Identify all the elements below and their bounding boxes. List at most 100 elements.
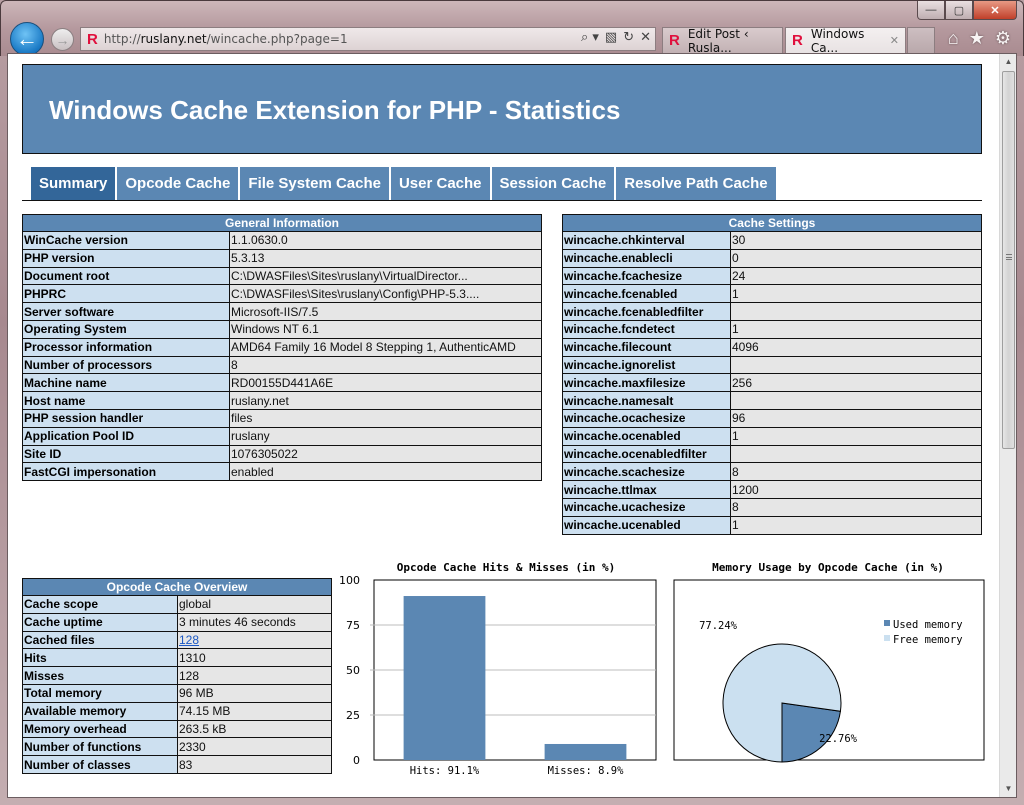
browser-tab-edit-post[interactable]: R Edit Post ‹ Rusla... <box>662 26 783 55</box>
address-bar[interactable]: R http://ruslany.net/wincache.php?page=1… <box>80 27 656 51</box>
scroll-up-icon[interactable]: ▲ <box>1000 54 1016 70</box>
tab-label: Edit Post ‹ Rusla... <box>687 26 749 55</box>
maximize-button[interactable]: ▢ <box>945 1 973 20</box>
tools-gear-icon[interactable]: ⚙ <box>995 28 1011 49</box>
row-key: Machine name <box>22 373 230 393</box>
row-key: wincache.namesalt <box>562 391 731 410</box>
y-tick-label: 50 <box>346 664 360 677</box>
table-row: wincache.namesalt <box>562 391 982 410</box>
row-value: C:\DWASFiles\Sites\ruslany\Config\PHP-5.… <box>229 284 542 304</box>
browser-chrome: — ▢ ✕ ← → R http://ruslany.net/wincache.… <box>0 0 1024 56</box>
grip-icon <box>1006 254 1012 260</box>
row-value: C:\DWASFiles\Sites\ruslany\VirtualDirect… <box>229 266 542 286</box>
tab-file-system-cache[interactable]: File System Cache <box>240 167 389 200</box>
chart-title: Opcode Cache Hits & Misses (in %) <box>397 561 616 574</box>
row-value: 4096 <box>730 337 982 357</box>
scroll-down-icon[interactable]: ▼ <box>1000 781 1016 797</box>
back-button[interactable]: ← <box>10 22 44 56</box>
pie-data-label: 77.24% <box>699 620 738 632</box>
refresh-icon[interactable]: ↻ <box>623 30 634 45</box>
row-key: Number of classes <box>22 755 178 774</box>
forward-arrow-icon: → <box>55 31 70 48</box>
row-value: Microsoft-IIS/7.5 <box>229 302 542 321</box>
row-key: Processor information <box>22 337 230 357</box>
url-host: ruslany.net <box>140 32 207 46</box>
browser-tab-windows-cache[interactable]: R Windows Ca... ✕ <box>785 26 906 55</box>
tab-summary[interactable]: Summary <box>31 167 116 200</box>
row-key: FastCGI impersonation <box>22 462 230 482</box>
search-dropdown-icon[interactable]: ⌕ ▾ <box>581 30 599 45</box>
favorites-star-icon[interactable]: ★ <box>969 28 985 49</box>
table-row: Host name ruslany.net <box>22 391 542 410</box>
table-row: Site ID 1076305022 <box>22 444 542 464</box>
row-value: 1 <box>730 515 982 535</box>
table-title: General Information <box>22 214 542 232</box>
vertical-scrollbar[interactable]: ▲ ▼ <box>999 54 1016 797</box>
chart-title: Memory Usage by Opcode Cache (in %) <box>712 561 944 574</box>
table-row: wincache.ucachesize 8 <box>562 497 982 517</box>
forward-button[interactable]: → <box>51 28 74 51</box>
compatibility-view-icon[interactable]: ▧ <box>605 30 617 45</box>
tab-session-cache[interactable]: Session Cache <box>491 167 615 200</box>
row-key: Memory overhead <box>22 719 178 739</box>
site-favicon-icon: R <box>87 30 98 48</box>
stop-icon[interactable]: ✕ <box>640 30 651 45</box>
row-key: wincache.enablecli <box>562 248 731 268</box>
table-row: Cache scope global <box>22 595 332 614</box>
nav-tabs: Summary Opcode Cache File System Cache U… <box>22 167 982 201</box>
row-key: wincache.ucenabled <box>562 515 731 535</box>
row-value: 263.5 kB <box>177 719 332 739</box>
page-viewport: Windows Cache Extension for PHP - Statis… <box>7 53 1017 798</box>
row-value: 1 <box>730 426 982 446</box>
command-icons: ⌂ ★ ⚙ <box>948 28 1011 49</box>
table-row: Document root C:\DWASFiles\Sites\ruslany\… <box>22 266 542 286</box>
row-key: wincache.fcenabledfilter <box>562 302 731 321</box>
table-row: wincache.maxfilesize 256 <box>562 373 982 393</box>
table-row: PHP session handler files <box>22 408 542 428</box>
table-row: wincache.ignorelist <box>562 355 982 375</box>
row-key: PHP session handler <box>22 408 230 428</box>
row-key: wincache.ocachesize <box>562 408 731 428</box>
tab-user-cache[interactable]: User Cache <box>390 167 490 200</box>
table-row: wincache.enablecli 0 <box>562 248 982 268</box>
row-value: AMD64 Family 16 Model 8 Stepping 1, Auth… <box>229 337 542 357</box>
cached-files-link[interactable]: 128 <box>179 633 199 647</box>
table-title: Opcode Cache Overview <box>22 578 332 596</box>
table-row: Number of classes 83 <box>22 755 332 774</box>
table-row: wincache.fcndetect 1 <box>562 319 982 339</box>
row-key: wincache.ocenabled <box>562 426 731 446</box>
tab-opcode-cache[interactable]: Opcode Cache <box>117 167 239 200</box>
y-tick-label: 0 <box>353 754 360 767</box>
opcode-cache-overview-table: Opcode Cache Overview Cache scope global C… <box>22 578 332 774</box>
scrollbar-thumb[interactable] <box>1002 71 1015 449</box>
minimize-button[interactable]: — <box>917 1 945 20</box>
table-row: wincache.ucenabled 1 <box>562 515 982 535</box>
tab-close-icon[interactable]: ✕ <box>890 34 899 47</box>
row-key: Misses <box>22 666 178 685</box>
memory-usage-chart: Memory Usage by Opcode Cache (in %) 22.7… <box>661 556 991 781</box>
row-value: 1200 <box>730 480 982 499</box>
table-title: Cache Settings <box>562 214 982 232</box>
close-window-button[interactable]: ✕ <box>973 1 1017 20</box>
table-row: Memory overhead 263.5 kB <box>22 719 332 739</box>
cache-settings-table: Cache Settings wincache.chkinterval 30 win… <box>562 214 982 535</box>
page-title: Windows Cache Extension for PHP - Statis… <box>49 95 621 125</box>
row-value: 1310 <box>177 648 332 668</box>
tab-resolve-path-cache[interactable]: Resolve Path Cache <box>616 167 776 200</box>
row-value: 83 <box>177 755 332 774</box>
table-row: wincache.ttlmax 1200 <box>562 480 982 499</box>
table-row: wincache.chkinterval 30 <box>562 231 982 250</box>
home-icon[interactable]: ⌂ <box>948 28 959 49</box>
window-controls: — ▢ ✕ <box>917 1 1017 20</box>
tab-label: Windows Ca... <box>810 26 865 55</box>
row-value: 74.15 MB <box>177 701 332 721</box>
url-path: /wincache.php?page=1 <box>206 32 348 46</box>
table-row: PHPRC C:\DWASFiles\Sites\ruslany\Config\P… <box>22 284 542 304</box>
bar <box>544 743 627 760</box>
row-key: wincache.maxfilesize <box>562 373 731 393</box>
new-tab-button[interactable] <box>907 27 935 53</box>
row-value: ruslany <box>229 426 542 446</box>
tab-favicon-icon: R <box>669 32 680 49</box>
row-value: 8 <box>229 355 542 375</box>
row-key: Server software <box>22 302 230 321</box>
